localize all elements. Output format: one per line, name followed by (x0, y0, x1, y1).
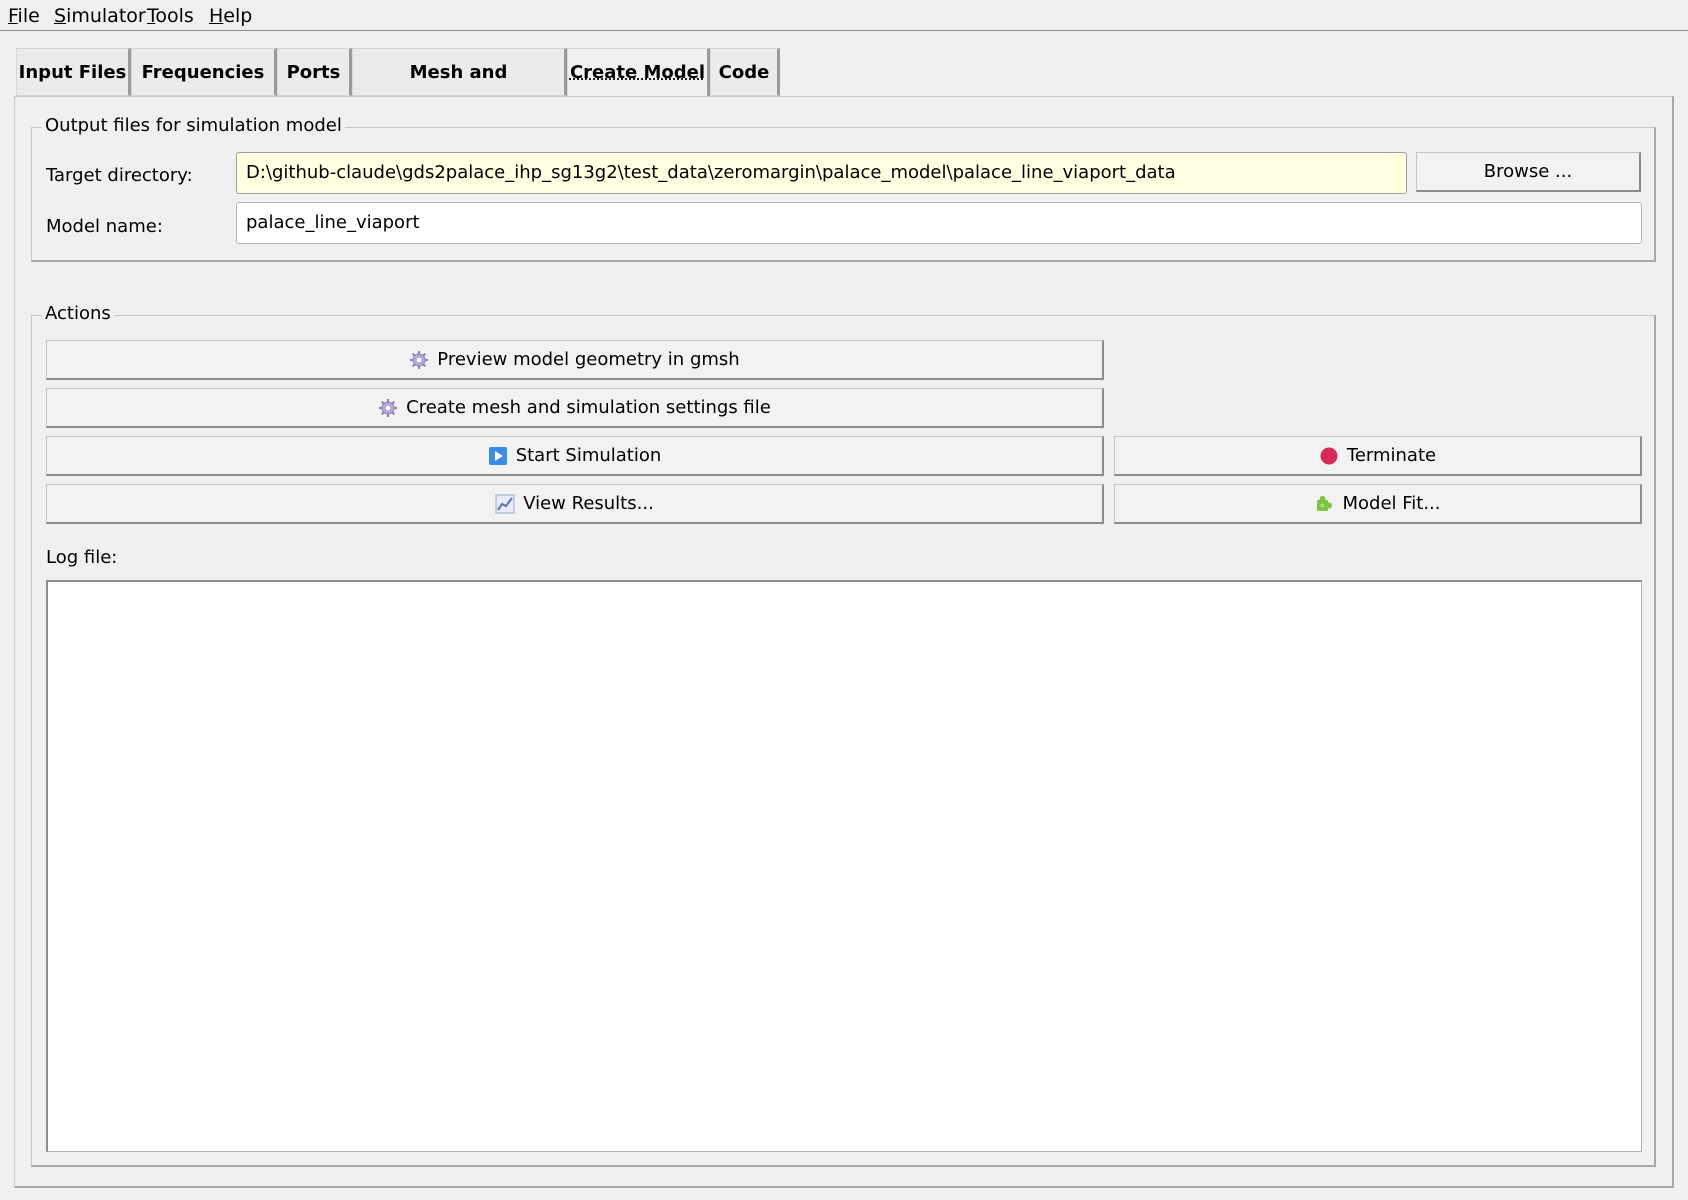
tab-frequencies[interactable]: Frequencies (131, 48, 277, 96)
tab-input-files[interactable]: Input Files (16, 48, 131, 96)
target-directory-field[interactable]: D:\github-claude\gds2palace_ihp_sg13g2\t… (236, 152, 1407, 194)
view-results-label: View Results... (523, 493, 654, 514)
puzzle-icon (1314, 494, 1334, 514)
start-simulation-button[interactable]: Start Simulation (46, 436, 1104, 476)
log-file-textarea[interactable] (46, 580, 1642, 1152)
gear-icon (378, 398, 398, 418)
actions-group-title: Actions (42, 302, 114, 326)
model-name-label: Model name: (46, 216, 163, 237)
terminate-button[interactable]: Terminate (1114, 436, 1642, 476)
menu-file[interactable]: File (8, 3, 40, 29)
target-directory-label: Target directory: (46, 165, 193, 186)
tab-create-model[interactable]: Create Model (567, 48, 710, 98)
model-fit-label: Model Fit... (1342, 493, 1441, 514)
menu-tools[interactable]: Tools (147, 3, 194, 29)
tab-mesh-and-boundaries[interactable]: Mesh and Boundaries (352, 48, 567, 131)
menu-simulator[interactable]: Simulator (54, 3, 146, 29)
browse-button-label: Browse ... (1483, 161, 1573, 182)
menu-help[interactable]: Help (209, 3, 252, 29)
preview-geometry-label: Preview model geometry in gmsh (437, 349, 740, 370)
output-files-group-title: Output files for simulation model (42, 114, 345, 138)
terminate-label: Terminate (1346, 445, 1437, 466)
model-name-field[interactable]: palace_line_viaport (236, 202, 1642, 244)
browse-button[interactable]: Browse ... (1416, 152, 1641, 192)
create-model-panel: Output files for simulation model Target… (14, 96, 1674, 1188)
chart-icon (495, 494, 515, 514)
tab-ports[interactable]: Ports (277, 48, 352, 96)
tab-code[interactable]: Code (710, 48, 780, 96)
view-results-button[interactable]: View Results... (46, 484, 1104, 524)
output-files-group: Output files for simulation model Target… (31, 114, 1656, 262)
create-mesh-label: Create mesh and simulation settings file (406, 397, 771, 418)
actions-group: Actions Preview model geometry in gmsh C… (31, 302, 1656, 1167)
log-file-label: Log file: (46, 547, 118, 568)
gear-icon (409, 350, 429, 370)
start-simulation-label: Start Simulation (515, 445, 662, 466)
model-fit-button[interactable]: Model Fit... (1114, 484, 1642, 524)
stop-icon (1319, 446, 1339, 466)
preview-geometry-button[interactable]: Preview model geometry in gmsh (46, 340, 1104, 380)
play-icon (488, 446, 508, 466)
menu-bar: File Simulator Tools Help (0, 0, 1688, 31)
create-mesh-button[interactable]: Create mesh and simulation settings file (46, 388, 1104, 428)
